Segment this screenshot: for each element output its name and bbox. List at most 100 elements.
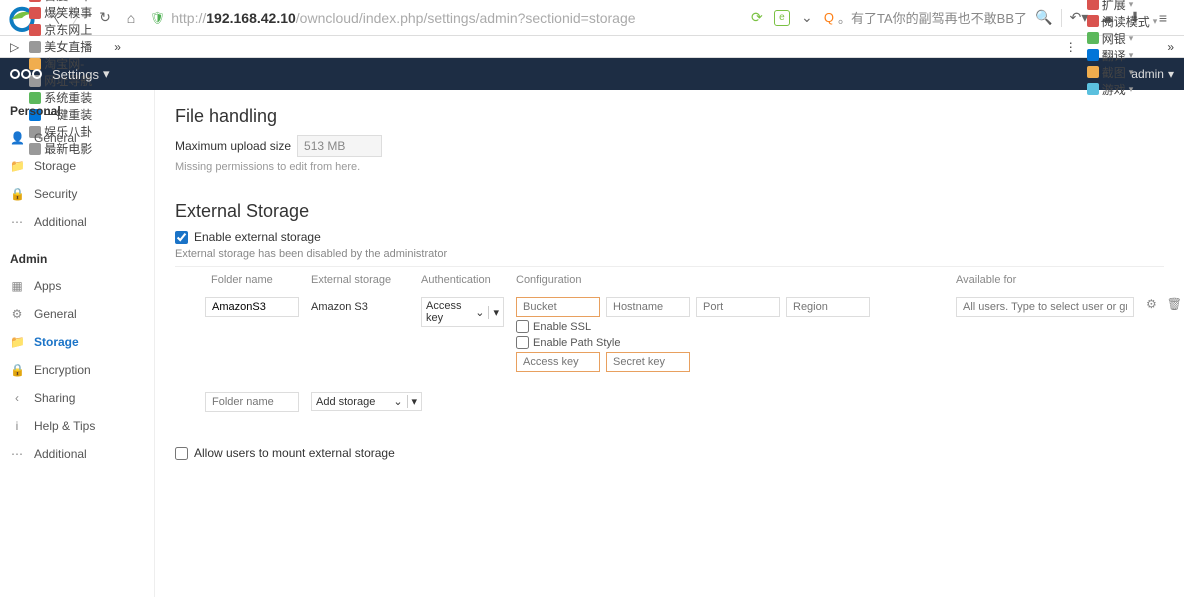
sidebar-item-storage[interactable]: 📁 Storage [0,328,154,356]
enable-path-checkbox[interactable]: Enable Path Style [516,336,944,349]
settings-content: File handling Maximum upload size Missin… [155,90,1184,597]
sidebar-item-security[interactable]: 🔒 Security [0,180,154,208]
dots-icon: ⋯ [10,215,24,229]
toolbar-item[interactable]: 扩展▾ [1083,0,1162,13]
available-for-input[interactable] [956,297,1134,317]
hostname-input[interactable] [606,297,690,317]
enable-external-label: Enable external storage [194,230,321,244]
lock-icon: 🔒 [10,187,24,201]
url-protocol: http:// [171,10,206,26]
col-auth: Authentication [415,271,510,289]
external-storage-title: External Storage [175,201,1164,222]
toolbar-item[interactable]: 翻译▾ [1083,47,1162,64]
add-storage-select[interactable]: Add storage⌄▾ [311,392,422,411]
col-avail: Available for [950,271,1140,289]
user-menu[interactable]: admin ▾ [1131,67,1174,81]
allow-users-mount-label: Allow users to mount external storage [194,446,395,460]
auth-select[interactable]: Access key⌄▾ [421,297,504,327]
allow-users-mount-checkbox[interactable]: Allow users to mount external storage [175,446,1164,460]
caret-down-icon: ▾ [103,66,110,82]
sidebar-item-label: General [34,131,77,145]
folder-icon: 📁 [10,335,24,349]
browser-toolbar: 〈 〉 ↻ ⌂ 🛡 http://192.168.42.10/owncloud/… [0,0,1184,36]
settings-sidebar: Personal 👤General📁Storage🔒Security⋯Addit… [0,90,155,597]
external-disabled-note: External storage has been disabled by th… [175,248,1164,260]
e-icon[interactable]: e [774,10,790,26]
sidebar-item-additional[interactable]: ⋯ Additional [0,208,154,236]
toolbar-item[interactable]: 网银▾ [1083,30,1162,47]
search-hint[interactable]: Q。有了TA你的副驾再也不敢BB了 [824,8,1027,27]
storage-add-row: Add storage⌄▾ [175,384,1164,420]
sidebar-item-label: General [34,307,77,321]
gear-icon[interactable]: ⚙ [1146,297,1157,311]
file-handling-title: File handling [175,106,1164,127]
settings-dropdown[interactable]: Settings ▾ [52,66,110,82]
enable-external-input[interactable] [175,231,188,244]
bookmark-more[interactable]: » [110,40,125,54]
toolbar-item[interactable]: 阅读模式▾ [1083,13,1162,30]
sidebar-item-storage[interactable]: 📁 Storage [0,152,154,180]
dropdown-icon[interactable]: ⌄ [796,7,818,29]
port-input[interactable] [696,297,780,317]
sidebar-item-label: Storage [34,159,76,173]
bookmark-item[interactable]: 爆笑糗事 [25,4,108,21]
sidebar-item-help-tips[interactable]: iHelp & Tips [0,412,154,440]
col-storage: External storage [305,271,415,289]
sidebar-item-additional[interactable]: ⋯Additional [0,440,154,468]
sidebar-item-label: Additional [34,447,87,461]
trash-icon[interactable]: 🗑 [1167,297,1182,311]
bucket-input[interactable] [516,297,600,317]
sidebar-item-encryption[interactable]: 🔒 Encryption [0,356,154,384]
sidebar-item-apps[interactable]: ▦ Apps [0,272,154,300]
info-icon: i [10,419,24,433]
lock-icon: 🔒 [10,363,24,377]
allow-users-mount-input[interactable] [175,447,188,460]
col-conf: Configuration [510,271,950,289]
toolbar-more[interactable]: » [1163,40,1178,54]
sidebar-item-label: Additional [34,215,87,229]
folder-name-input[interactable] [205,297,299,317]
bookmark-item[interactable]: 美女直播 [25,38,108,55]
settings-label: Settings [52,67,99,82]
search-icon[interactable]: 🔍 [1033,7,1055,29]
bookmark-item[interactable]: 京东网上 [25,21,108,38]
new-folder-input[interactable] [205,392,299,412]
sidebar-head-admin: Admin [0,246,154,272]
sidebar-item-label: Storage [34,335,79,349]
max-upload-input [297,135,382,157]
storage-table-header: Folder name External storage Authenticat… [175,266,1164,293]
gear-icon: ⚙ [10,307,24,321]
share-icon: ‹ [10,391,24,405]
secret-key-input[interactable] [606,352,690,372]
address-bar[interactable]: 🛡 http://192.168.42.10/owncloud/index.ph… [144,10,746,26]
enable-ssl-checkbox[interactable]: Enable SSL [516,320,944,333]
enable-external-checkbox[interactable]: Enable external storage [175,230,1164,244]
sidebar-item-general[interactable]: ⚙ General [0,300,154,328]
storage-row-amazons3: Amazon S3 Access key⌄▾ Enable SSL Enable… [175,293,1164,376]
home-button[interactable]: ⌂ [118,5,144,31]
app-header: Settings ▾ admin ▾ [0,58,1184,90]
sync-icon[interactable]: ⟳ [746,7,768,29]
bookmark-expand[interactable]: ▷ [6,40,23,54]
access-key-input[interactable] [516,352,600,372]
grid-icon: ▦ [10,279,24,293]
url-host: 192.168.42.10 [206,10,296,26]
folder-icon: 📁 [10,159,24,173]
user-label: admin [1131,67,1164,81]
sidebar-item-label: Apps [34,279,61,293]
col-folder: Folder name [175,271,305,289]
max-upload-label: Maximum upload size [175,139,291,153]
sidebar-item-label: Security [34,187,77,201]
caret-down-icon: ▾ [1168,67,1174,81]
shield-icon: 🛡 [150,11,165,25]
region-input[interactable] [786,297,870,317]
owncloud-logo[interactable] [10,69,42,79]
bookmark-bar: ▷ 收藏手机收藏夹网上购物百度一下爆笑糗事京东网上美女直播淘宝网-网址导航系统重… [0,36,1184,58]
sidebar-item-general[interactable]: 👤 General [0,124,154,152]
sidebar-item-label: Encryption [34,363,91,377]
storage-type-cell: Amazon S3 [305,295,415,315]
sidebar-head-personal: Personal [0,98,154,124]
sidebar-item-sharing[interactable]: ‹Sharing [0,384,154,412]
bookmark-menu[interactable]: ⋮ [1061,40,1081,54]
user-icon: 👤 [10,131,24,145]
